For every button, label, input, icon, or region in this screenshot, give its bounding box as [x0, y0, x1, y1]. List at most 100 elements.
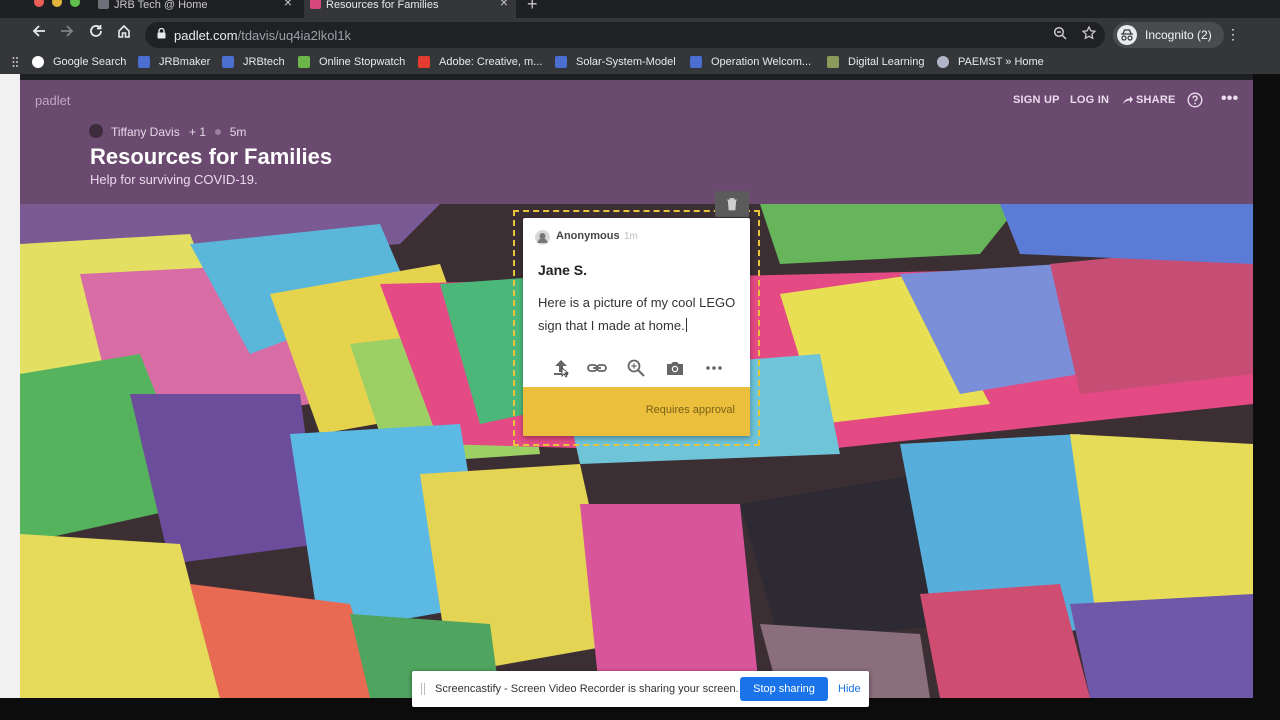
incognito-icon [1117, 25, 1137, 45]
author-line: Tiffany Davis + 1 5m [89, 124, 247, 139]
help-icon[interactable] [1187, 92, 1203, 111]
delete-post-button[interactable] [715, 191, 749, 217]
link-icon[interactable] [585, 356, 609, 380]
bookmark-label: Adobe: Creative, m... [439, 56, 543, 68]
bookmark-label: JRBtech [243, 56, 285, 68]
background-window-edge [0, 74, 20, 720]
browser-toolbar: padlet.com/tdavis/uq4ia2lkol1k Incognito… [0, 18, 1280, 50]
share-arrow-icon [1123, 96, 1133, 104]
tab-label: JRB Tech @ Home [114, 0, 208, 11]
sharing-message: Screencastify - Screen Video Recorder is… [435, 683, 739, 695]
post-author: Anonymous [556, 230, 620, 242]
padlet-logo[interactable]: padlet [35, 93, 70, 108]
site-icon [555, 56, 567, 68]
bookmark-digital-learning[interactable]: Digital Learning [827, 54, 924, 70]
adobe-icon [418, 56, 430, 68]
hide-button[interactable]: Hide [838, 683, 861, 695]
more-icon[interactable] [702, 356, 726, 380]
stopwatch-icon [298, 56, 310, 68]
log-in-link[interactable]: LOG IN [1070, 94, 1109, 106]
tab-strip: JRB Tech @ Home × Resources for Families… [0, 0, 1280, 18]
bookmark-paemst[interactable]: PAEMST » Home [937, 54, 1044, 70]
tab-favicon-icon [98, 0, 109, 9]
bookmark-label: Online Stopwatch [319, 56, 406, 68]
desktop-edge [1253, 74, 1280, 720]
padlet-favicon-icon [310, 0, 321, 9]
close-window-dot[interactable] [34, 0, 44, 7]
camera-icon[interactable] [663, 356, 687, 380]
more-options-icon[interactable]: ••• [1221, 90, 1238, 108]
bookmark-label: Operation Welcom... [711, 56, 812, 68]
text-cursor [685, 318, 687, 332]
address-bar[interactable]: padlet.com/tdavis/uq4ia2lkol1k [145, 22, 1105, 48]
bookmarks-bar: Google Search JRBmaker JRBtech Online St… [0, 50, 1280, 74]
sign-up-link[interactable]: SIGN UP [1013, 94, 1060, 106]
close-tab-icon[interactable]: × [284, 0, 292, 9]
reload-icon[interactable] [86, 24, 106, 44]
site-icon [690, 56, 702, 68]
board-age: 5m [229, 125, 247, 139]
share-button[interactable]: SHARE [1122, 94, 1176, 106]
upload-icon[interactable] [549, 356, 573, 380]
attachment-toolbar [523, 356, 750, 380]
bookmark-online-stopwatch[interactable]: Online Stopwatch [298, 54, 405, 70]
contributor-count: + 1 [189, 125, 207, 139]
maximize-window-dot[interactable] [70, 0, 80, 7]
url-text[interactable]: padlet.com/tdavis/uq4ia2lkol1k [174, 28, 351, 43]
page-subtitle: Help for surviving COVID-19. [90, 172, 258, 187]
tab-resources-for-families[interactable]: Resources for Families × [304, 0, 516, 18]
back-icon[interactable] [29, 24, 49, 44]
post-time: 1m [624, 231, 638, 242]
apps-icon[interactable] [12, 54, 22, 70]
tab-jrb-tech[interactable]: JRB Tech @ Home × [92, 0, 300, 18]
bookmark-jrbmaker[interactable]: JRBmaker [138, 54, 210, 70]
lock-icon [157, 28, 166, 39]
site-icon [138, 56, 150, 68]
padlet-header: padlet SIGN UP LOG IN SHARE ••• Tiffany … [20, 80, 1253, 204]
post-card[interactable]: Anonymous 1m Jane S. Here is a picture o… [523, 218, 750, 436]
forward-icon[interactable] [57, 24, 77, 44]
home-icon[interactable] [114, 24, 134, 44]
classroom-icon [827, 56, 839, 68]
post-footer: Requires approval [523, 387, 750, 436]
bookmark-solar-system-model[interactable]: Solar-System-Model [555, 54, 676, 70]
page-viewport: padlet SIGN UP LOG IN SHARE ••• Tiffany … [20, 80, 1253, 698]
anonymous-avatar [535, 230, 550, 245]
bookmark-label: JRBmaker [159, 56, 211, 68]
globe-icon [937, 56, 949, 68]
bookmark-label: Solar-System-Model [576, 56, 676, 68]
post-body-text: Here is a picture of my cool LEGO sign t… [538, 295, 736, 333]
google-icon [32, 56, 44, 68]
bookmark-label: Google Search [53, 56, 127, 68]
screen-sharing-bar: Screencastify - Screen Video Recorder is… [412, 671, 869, 707]
bookmark-jrbtech[interactable]: JRBtech [222, 54, 285, 70]
bookmark-label: Digital Learning [848, 56, 925, 68]
trash-icon [727, 198, 737, 211]
url-host: padlet.com [174, 28, 238, 43]
screen: JRB Tech @ Home × Resources for Families… [0, 0, 1280, 720]
author-avatar[interactable] [89, 124, 103, 138]
close-tab-icon[interactable]: × [500, 0, 508, 9]
drag-handle-icon[interactable] [421, 683, 425, 695]
incognito-profile-button[interactable]: Incognito (2) [1113, 22, 1224, 48]
post-title-field[interactable]: Jane S. [538, 262, 587, 278]
url-path: /tdavis/uq4ia2lkol1k [237, 28, 352, 43]
browser-menu-icon[interactable]: ⋮ [1226, 26, 1240, 43]
bookmark-star-icon[interactable] [1081, 25, 1097, 43]
site-icon [222, 56, 234, 68]
bookmark-adobe[interactable]: Adobe: Creative, m... [418, 54, 542, 70]
bookmark-label: PAEMST » Home [958, 56, 1044, 68]
zoom-icon[interactable] [1053, 26, 1067, 43]
separator-dot-icon [215, 129, 222, 135]
new-tab-icon[interactable]: + [527, 0, 538, 15]
author-name[interactable]: Tiffany Davis [111, 125, 180, 139]
bookmark-operation-welcome[interactable]: Operation Welcom... [690, 54, 811, 70]
minimize-window-dot[interactable] [52, 0, 62, 7]
search-icon[interactable] [624, 356, 648, 380]
stop-sharing-button[interactable]: Stop sharing [740, 677, 828, 701]
post-body-field[interactable]: Here is a picture of my cool LEGO sign t… [538, 291, 738, 337]
tab-label: Resources for Families [326, 0, 439, 11]
approval-status: Requires approval [645, 404, 735, 416]
page-title: Resources for Families [90, 144, 333, 169]
bookmark-google-search[interactable]: Google Search [32, 54, 126, 70]
